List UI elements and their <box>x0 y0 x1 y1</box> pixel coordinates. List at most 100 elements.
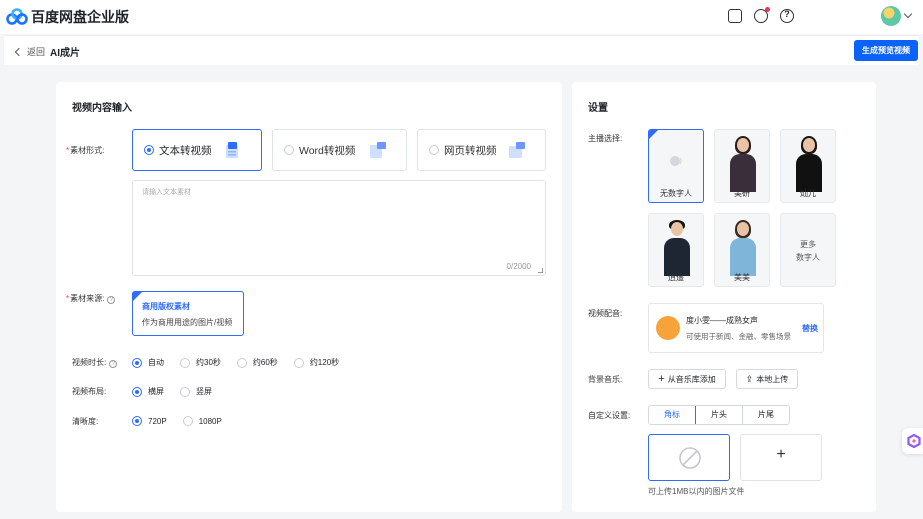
character-counter: 0/2000 <box>506 262 531 271</box>
radio-duration-120s[interactable] <box>293 357 304 368</box>
settings-title: 设置 <box>588 103 608 114</box>
voice-swap-link[interactable]: 替换 <box>802 323 818 334</box>
radio-text-to-video[interactable] <box>144 145 154 155</box>
corner-mark-none-option[interactable] <box>648 434 730 481</box>
resize-handle-icon[interactable] <box>538 268 543 273</box>
resolution-label: 清晰度: <box>72 417 99 426</box>
text-to-video-label: 文本转视频 <box>159 145 212 157</box>
anchor-meiyan-name: 美研 <box>734 189 750 198</box>
local-upload-button[interactable]: ⇪ 本地上传 <box>736 369 798 389</box>
radio-duration-auto[interactable] <box>132 357 142 368</box>
text-document-icon <box>226 142 238 158</box>
material-form-label: *素材形式: <box>66 146 105 155</box>
duration-options: 自动 约30秒 约60秒 约120秒 <box>132 357 355 368</box>
duration-option-120s[interactable]: 约120秒 <box>293 357 339 368</box>
voice-name: 度小雯——成熟女声 <box>686 316 758 325</box>
anchor-caner-card[interactable]: 灿儿 <box>780 129 836 203</box>
voice-card: 度小雯——成熟女声 可使用于新闻、金融、零售场景 替换 <box>648 303 824 353</box>
tab-ending[interactable]: 片尾 <box>742 406 789 424</box>
commercial-material-desc: 作为商用用途的图片/视频 <box>142 318 233 327</box>
more-line-2: 数字人 <box>796 253 820 262</box>
back-label: 返回 <box>27 47 46 57</box>
no-digital-human-icon <box>670 156 682 166</box>
anchor-meiyan-card[interactable]: 美研 <box>714 129 770 203</box>
custom-settings-label: 自定义设置: <box>588 411 631 420</box>
anchor-none-name: 无数字人 <box>660 189 692 198</box>
anchor-xiaoyao-card[interactable]: 逍遥 <box>648 213 704 287</box>
add-image-button[interactable]: + <box>740 434 822 481</box>
more-digital-human-card[interactable]: 更多 数字人 <box>780 213 836 287</box>
upload-hint: 可上传1MB以内的图片文件 <box>648 487 745 496</box>
plus-icon: + <box>658 373 665 385</box>
anchor-label: 主播选择: <box>588 134 623 143</box>
duration-option-60s[interactable]: 约60秒 <box>236 357 278 368</box>
help-icon[interactable]: ? <box>780 9 794 23</box>
radio-duration-30s[interactable] <box>180 357 190 368</box>
anchor-xiaoyao-name: 逍遥 <box>668 273 684 282</box>
material-source-label: *素材来源:? <box>66 293 116 304</box>
layout-option-landscape[interactable]: 横屏 <box>132 386 164 397</box>
custom-settings-tabs: 角标 片头 片尾 <box>648 405 790 425</box>
duration-label: 视频时长:? <box>72 357 118 368</box>
tab-opening[interactable]: 片头 <box>695 406 742 424</box>
assistant-icon <box>907 434 921 448</box>
anchor-caner-name: 灿儿 <box>800 189 816 198</box>
text-material-placeholder: 请输入文本素材 <box>142 189 191 196</box>
help-icon[interactable]: ? <box>107 296 116 304</box>
layout-label: 视频布局: <box>72 387 107 396</box>
app-title: 百度网盘企业版 <box>31 9 129 25</box>
music-library-button[interactable]: + 从音乐库添加 <box>648 369 726 389</box>
radio-duration-60s[interactable] <box>236 357 247 368</box>
user-avatar[interactable] <box>881 6 901 26</box>
message-icon[interactable] <box>754 7 770 23</box>
commercial-material-title: 商用版权素材 <box>142 302 190 311</box>
word-to-video-option[interactable]: Word转视频 <box>272 129 407 171</box>
anchor-none-card[interactable]: 无数字人 <box>648 129 704 203</box>
baidu-netdisk-logo-icon <box>6 8 28 25</box>
no-image-icon <box>679 447 701 469</box>
app-logo[interactable]: 百度网盘企业版 <box>6 7 129 27</box>
duration-option-30s[interactable]: 约30秒 <box>180 357 221 368</box>
more-line-1: 更多 <box>800 240 816 249</box>
resolution-option-1080p[interactable]: 1080P <box>182 416 222 426</box>
caner-avatar <box>796 136 822 192</box>
generate-preview-button[interactable]: 生成预览视频 <box>854 40 918 61</box>
text-to-video-option[interactable]: 文本转视频 <box>132 129 262 171</box>
radio-720p[interactable] <box>132 416 142 426</box>
background-music-label: 背景音乐: <box>588 375 623 384</box>
xiaoyao-avatar <box>664 220 690 276</box>
word-to-video-label: Word转视频 <box>299 145 356 157</box>
meiyan-avatar <box>730 136 756 192</box>
help-icon[interactable]: ? <box>109 360 118 368</box>
top-bar: 百度网盘企业版 ? <box>0 0 923 34</box>
profile-card-icon[interactable] <box>728 9 742 23</box>
selected-corner-icon <box>133 292 142 301</box>
upload-icon: ⇪ <box>745 374 754 384</box>
anchor-meimei-name: 美美 <box>734 273 750 282</box>
tab-corner-mark[interactable]: 角标 <box>649 406 696 424</box>
resolution-options: 720P 1080P <box>132 416 238 426</box>
selected-corner-icon <box>649 130 658 139</box>
voice-desc: 可使用于新闻、金融、零售场景 <box>686 332 791 341</box>
text-material-input[interactable]: 请输入文本素材 0/2000 <box>132 180 546 276</box>
word-document-icon <box>370 142 386 158</box>
resolution-option-720p[interactable]: 720P <box>132 416 167 426</box>
radio-portrait[interactable] <box>180 386 190 397</box>
chevron-down-icon[interactable] <box>903 9 913 19</box>
duration-option-auto[interactable]: 自动 <box>132 357 164 368</box>
layout-options: 横屏 竖屏 <box>132 386 228 397</box>
back-button[interactable]: 返回 <box>14 45 46 58</box>
layout-option-portrait[interactable]: 竖屏 <box>180 386 212 397</box>
floating-assistant-button[interactable] <box>902 428 923 454</box>
radio-1080p[interactable] <box>182 416 193 426</box>
radio-word-to-video[interactable] <box>284 145 294 155</box>
radio-webpage-to-video[interactable] <box>429 145 439 155</box>
meimei-avatar <box>730 220 756 276</box>
notification-dot <box>765 7 770 12</box>
webpage-to-video-option[interactable]: 网页转视频 <box>417 129 546 171</box>
commercial-material-card[interactable]: 商用版权素材 作为商用用途的图片/视频 <box>132 291 244 336</box>
webpage-icon <box>509 142 525 158</box>
radio-landscape[interactable] <box>132 386 142 397</box>
anchor-meimei-card[interactable]: 美美 <box>714 213 770 287</box>
page-title: AI成片 <box>50 48 80 59</box>
